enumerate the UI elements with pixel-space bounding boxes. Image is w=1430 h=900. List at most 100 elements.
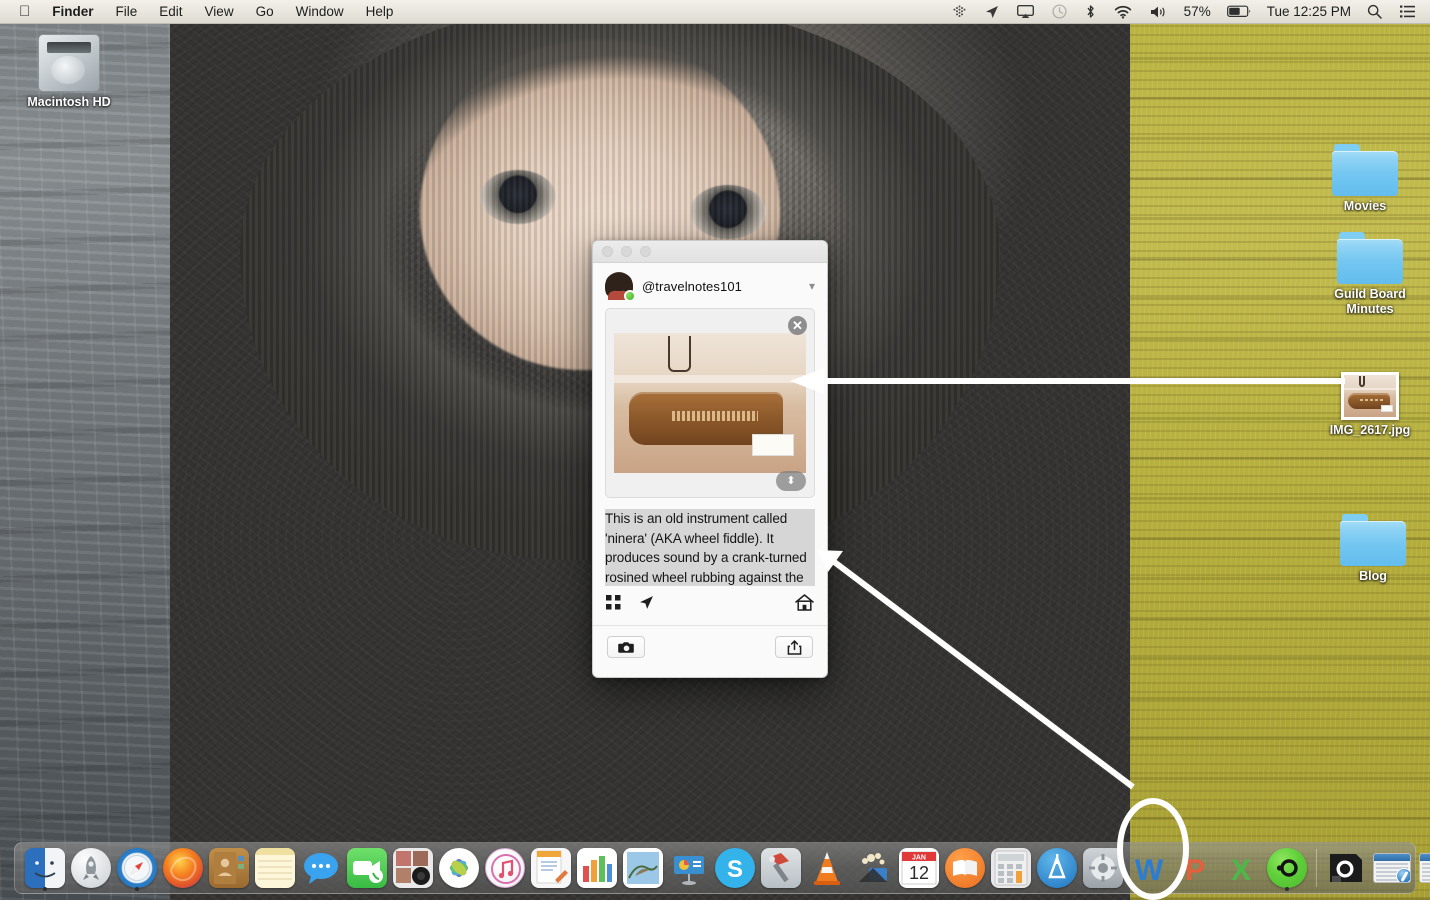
dock-item-vlc[interactable] bbox=[805, 846, 849, 890]
home-icon[interactable] bbox=[795, 594, 814, 616]
grid-icon[interactable] bbox=[606, 595, 621, 615]
dock-item-imovie[interactable] bbox=[851, 846, 895, 890]
dock-item-keynote[interactable] bbox=[667, 846, 711, 890]
caption-textarea[interactable]: This is an old instrument called 'ninera… bbox=[605, 509, 815, 586]
dock-item-facetime[interactable] bbox=[345, 846, 389, 890]
safari-badge-icon bbox=[1419, 853, 1430, 883]
contacts-icon bbox=[209, 848, 249, 888]
dock-item-powerpoint[interactable]: P bbox=[1173, 846, 1217, 890]
media-preview-panel[interactable]: ✕ ⬍ bbox=[605, 308, 815, 498]
zoom-window-button[interactable] bbox=[640, 246, 651, 257]
location-arrow-icon[interactable] bbox=[639, 595, 654, 615]
notification-center-icon[interactable] bbox=[1391, 0, 1424, 24]
dock-item-ibooks[interactable] bbox=[943, 846, 987, 890]
dock-item-screenshot[interactable] bbox=[1324, 846, 1368, 890]
caption-area[interactable]: This is an old instrument called 'ninera… bbox=[605, 509, 815, 586]
dock-minimized-window-1[interactable] bbox=[1370, 846, 1414, 890]
mail-icon bbox=[623, 848, 663, 888]
keynote-icon bbox=[669, 848, 709, 888]
chevron-down-icon[interactable]: ▾ bbox=[809, 279, 817, 293]
photo-booth-icon bbox=[393, 848, 433, 888]
preview-image[interactable] bbox=[614, 333, 806, 473]
dock-item-photos[interactable] bbox=[437, 846, 481, 890]
camera-button[interactable] bbox=[607, 636, 645, 658]
dock-item-finder[interactable] bbox=[23, 846, 67, 890]
facetime-icon bbox=[347, 848, 387, 888]
menu-bar-clock[interactable]: Tue 12:25 PM bbox=[1260, 4, 1358, 19]
dock-item-safari[interactable] bbox=[115, 846, 159, 890]
avatar[interactable] bbox=[605, 272, 633, 300]
dock-item-app-store[interactable] bbox=[1035, 846, 1079, 890]
battery-icon[interactable] bbox=[1218, 0, 1260, 24]
dock-item-itunes[interactable] bbox=[483, 846, 527, 890]
airplay-icon[interactable] bbox=[1008, 0, 1043, 24]
wifi-icon[interactable] bbox=[1105, 0, 1141, 24]
desktop-icon-label: Guild Board Minutes bbox=[1316, 287, 1424, 317]
menu-item-help[interactable]: Help bbox=[355, 0, 405, 24]
share-button[interactable] bbox=[775, 636, 813, 658]
desktop-icon-img-2617[interactable]: IMG_2617.jpg bbox=[1315, 372, 1425, 438]
svg-text:S: S bbox=[727, 856, 743, 883]
menu-item-view[interactable]: View bbox=[194, 0, 245, 24]
dock-item-contacts[interactable] bbox=[207, 846, 251, 890]
menu-item-go[interactable]: Go bbox=[245, 0, 285, 24]
social-app-window[interactable]: @travelnotes101 ▾ ✕ ⬍ This is an old ins… bbox=[592, 240, 828, 678]
dock-minimized-window-2[interactable] bbox=[1416, 846, 1430, 890]
dock-item-utility[interactable] bbox=[759, 846, 803, 890]
running-indicator bbox=[1285, 887, 1289, 891]
spotlight-search-icon[interactable] bbox=[1358, 0, 1391, 24]
minimize-window-button[interactable] bbox=[621, 246, 632, 257]
close-icon[interactable]: ✕ bbox=[788, 316, 807, 335]
dropbox-icon[interactable] bbox=[943, 0, 976, 24]
hammer-icon bbox=[761, 848, 801, 888]
menu-bar-status-area: 57% Tue 12:25 PM bbox=[943, 0, 1430, 24]
battery-percent-label: 57% bbox=[1177, 4, 1218, 19]
powerpoint-icon: P bbox=[1175, 848, 1215, 888]
dock-item-photo-booth[interactable] bbox=[391, 846, 435, 890]
calendar-icon: JAN 12 bbox=[899, 848, 939, 888]
menu-item-finder[interactable]: Finder bbox=[41, 0, 104, 24]
bluetooth-icon[interactable] bbox=[1076, 0, 1105, 24]
dock-separator bbox=[1316, 849, 1317, 887]
dock-item-pages[interactable] bbox=[529, 846, 573, 890]
dock-item-calendar[interactable]: JAN 12 bbox=[897, 846, 941, 890]
dock-item-mail[interactable] bbox=[621, 846, 665, 890]
dock[interactable]: S bbox=[14, 842, 1416, 894]
window-bottom-bar bbox=[593, 625, 827, 668]
wallpaper-right-fabric bbox=[1080, 0, 1430, 900]
dock-item-social-app[interactable] bbox=[1265, 846, 1309, 890]
apple-logo-icon[interactable]:  bbox=[8, 4, 41, 19]
location-arrow-icon[interactable] bbox=[976, 0, 1008, 24]
dock-item-launchpad[interactable] bbox=[69, 846, 113, 890]
running-indicator bbox=[43, 887, 47, 891]
app-store-icon bbox=[1037, 848, 1077, 888]
dock-item-skype[interactable]: S bbox=[713, 846, 757, 890]
window-titlebar[interactable] bbox=[593, 241, 827, 263]
dock-item-word[interactable]: W bbox=[1127, 846, 1171, 890]
desktop-icon-blog[interactable]: Blog bbox=[1318, 514, 1428, 584]
dock-item-numbers[interactable] bbox=[575, 846, 619, 890]
close-window-button[interactable] bbox=[602, 246, 613, 257]
dock-item-messages[interactable] bbox=[299, 846, 343, 890]
svg-text:JAN: JAN bbox=[912, 855, 926, 862]
messages-icon bbox=[301, 848, 341, 888]
time-machine-icon[interactable] bbox=[1043, 0, 1076, 24]
dock-item-calculator[interactable] bbox=[989, 846, 1033, 890]
expand-arrows-icon[interactable]: ⬍ bbox=[776, 471, 806, 491]
menu-item-file[interactable]: File bbox=[105, 0, 149, 24]
folder-icon bbox=[1340, 514, 1406, 566]
dock-item-notes[interactable] bbox=[253, 846, 297, 890]
skype-icon: S bbox=[715, 848, 755, 888]
dock-item-firefox[interactable] bbox=[161, 846, 205, 890]
folder-icon bbox=[1337, 232, 1403, 284]
dock-item-excel[interactable]: X bbox=[1219, 846, 1263, 890]
account-header[interactable]: @travelnotes101 ▾ bbox=[593, 263, 827, 308]
online-status-badge bbox=[624, 290, 636, 302]
volume-icon[interactable] bbox=[1141, 0, 1177, 24]
desktop-icon-macintosh-hd[interactable]: Macintosh HD bbox=[14, 34, 124, 110]
desktop-icon-guild-board-minutes[interactable]: Guild Board Minutes bbox=[1315, 232, 1425, 317]
menu-item-window[interactable]: Window bbox=[285, 0, 355, 24]
dock-item-system-preferences[interactable] bbox=[1081, 846, 1125, 890]
desktop-icon-movies[interactable]: Movies bbox=[1310, 144, 1420, 214]
menu-item-edit[interactable]: Edit bbox=[148, 0, 193, 24]
